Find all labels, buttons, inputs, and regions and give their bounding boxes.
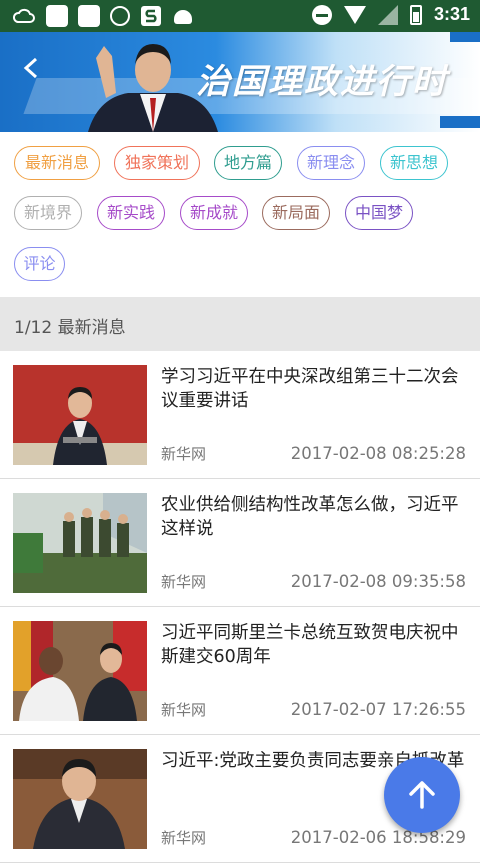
news-thumbnail-image [13,365,147,465]
tag-china-dream[interactable]: 中国梦 [345,196,413,230]
news-item[interactable]: 学习习近平在中央深改组第三十二次会议重要讲话 新华网 2017-02-08 08… [0,351,480,479]
wifi-icon [343,5,366,24]
s-app-icon [141,6,161,26]
tag-new-realm[interactable]: 新境界 [14,196,82,230]
section-name: 最新消息 [57,318,126,338]
header-banner: 治国理政进行时 [0,32,480,132]
tag-new-achievement[interactable]: 新成就 [180,196,248,230]
news-source: 新华网 [161,701,207,719]
news-thumbnail-image [13,749,147,849]
news-source: 新华网 [161,573,207,591]
notification-icon [46,5,68,27]
news-item[interactable]: 农业供给侧结构性改革怎么做，习近平这样说 新华网 2017-02-08 09:3… [0,479,480,607]
back-arrow-icon[interactable] [20,54,54,88]
banner-decoration [450,32,480,42]
news-item[interactable]: 习近平同斯里兰卡总统互致贺电庆祝中斯建交60周年 新华网 2017-02-07 … [0,607,480,735]
map-pin-icon [110,6,130,26]
tag-comment[interactable]: 评论 [14,247,65,281]
notification-icon [78,5,100,27]
news-title: 习近平同斯里兰卡总统互致贺电庆祝中斯建交60周年 [161,623,459,667]
status-time: 3:31 [433,4,470,24]
status-bar: 3:31 [0,0,480,32]
news-time: 2017-02-08 08:25:28 [290,444,466,463]
cloud-icon [12,8,35,23]
tag-new-thought[interactable]: 新思想 [380,146,448,180]
page-indicator: 1/12 [14,318,53,338]
news-title: 农业供给侧结构性改革怎么做，习近平这样说 [161,495,459,539]
signal-icon [377,4,398,25]
section-title: 1/12 最新消息 [14,313,126,338]
tag-latest-news[interactable]: 最新消息 [14,146,100,180]
do-not-disturb-icon [311,4,332,25]
battery-icon [409,4,422,25]
news-thumbnail-image [13,493,147,593]
news-thumbnail-image [13,621,147,721]
tag-exclusive[interactable]: 独家策划 [114,146,200,180]
section-header: 1/12 最新消息 [0,297,480,351]
news-source: 新华网 [161,829,207,847]
scroll-to-top-button[interactable] [384,757,460,833]
news-time: 2017-02-07 17:26:55 [290,700,466,719]
arrow-up-icon [409,781,435,809]
tag-new-concept[interactable]: 新理念 [297,146,365,180]
banner-decoration [440,116,480,128]
android-icon [172,5,194,27]
category-tags: 最新消息 独家策划 地方篇 新理念 新思想 新境界 新实践 新成就 新局面 中国… [0,132,480,296]
tag-local[interactable]: 地方篇 [214,146,282,180]
tag-new-practice[interactable]: 新实践 [97,196,165,230]
news-time: 2017-02-08 09:35:58 [290,572,466,591]
news-title: 学习习近平在中央深改组第三十二次会议重要讲话 [161,367,459,411]
banner-title: 治国理政进行时 [196,62,448,102]
news-source: 新华网 [161,445,207,463]
tag-new-situation[interactable]: 新局面 [262,196,330,230]
